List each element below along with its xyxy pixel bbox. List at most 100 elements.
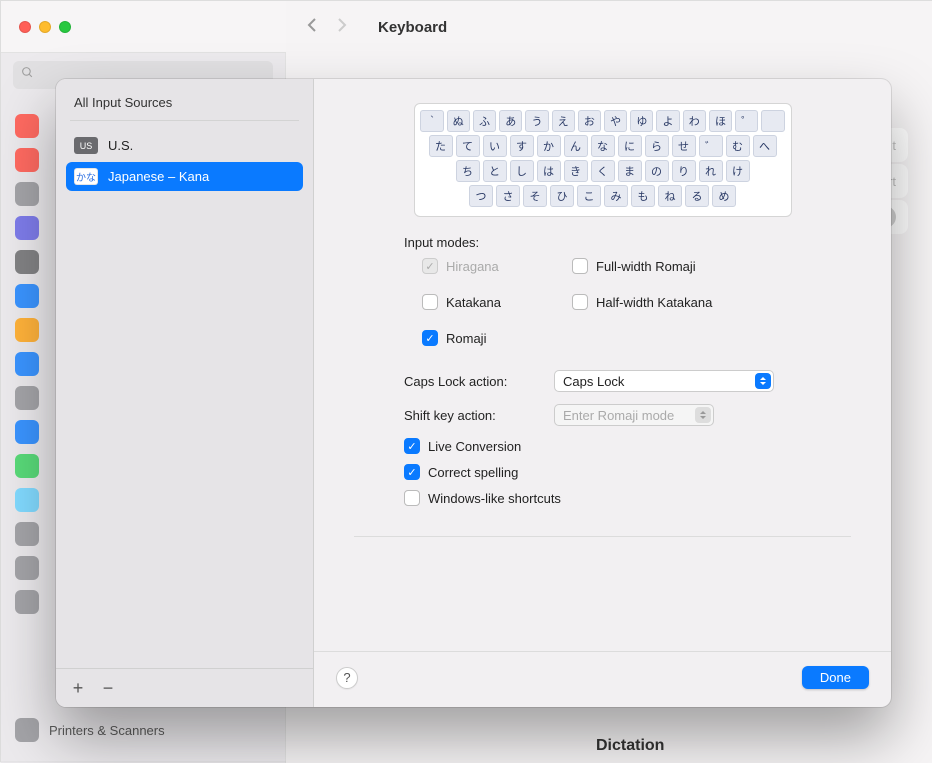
keyboard-key: ら xyxy=(645,135,669,157)
window-zoom-button[interactable] xyxy=(59,21,71,33)
keyboard-key: ま xyxy=(618,160,642,182)
keyboard-key: ち xyxy=(456,160,480,182)
source-label: U.S. xyxy=(108,138,133,153)
keyboard-key: ぬ xyxy=(447,110,470,132)
sidebar-icon xyxy=(15,488,39,512)
shift-key-label: Shift key action: xyxy=(404,408,544,423)
checkbox-katakana[interactable] xyxy=(422,294,438,310)
window-close-button[interactable] xyxy=(19,21,31,33)
page-title: Keyboard xyxy=(378,19,447,36)
sheet-main: `ぬふあうえおやゆよわほ゜ たていすかんなにらせ゛むへちとしはきくまのりれけつさ… xyxy=(314,79,891,707)
back-button[interactable] xyxy=(306,17,318,38)
sidebar-icon xyxy=(15,318,39,342)
keyboard-row: たていすかんなにらせ゛むへ xyxy=(421,135,785,157)
keyboard-key: せ xyxy=(672,135,696,157)
mode-half-katakana[interactable]: Half-width Katakana xyxy=(572,294,772,310)
sidebar-icon xyxy=(15,386,39,410)
chevron-updown-icon xyxy=(695,407,711,423)
divider xyxy=(354,536,851,537)
sidebar-icon xyxy=(15,250,39,274)
keyboard-key: つ xyxy=(469,185,493,207)
caps-lock-label: Caps Lock action: xyxy=(404,374,544,389)
mode-hiragana: ✓ Hiragana xyxy=(422,258,572,274)
keyboard-key: う xyxy=(525,110,548,132)
keyboard-key: か xyxy=(537,135,561,157)
mode-label: Romaji xyxy=(446,331,486,346)
mode-label: Katakana xyxy=(446,295,501,310)
keyboard-key: ん xyxy=(564,135,588,157)
input-sources-sheet: All Input Sources USU.S.かなJapanese – Kan… xyxy=(56,79,891,707)
live-conversion-row[interactable]: ✓ Live Conversion xyxy=(404,438,831,454)
mode-label: Full-width Romaji xyxy=(596,259,696,274)
mode-full-romaji[interactable]: Full-width Romaji xyxy=(572,258,772,274)
caps-lock-select[interactable]: Caps Lock xyxy=(554,370,774,392)
checkbox-half-katakana[interactable] xyxy=(572,294,588,310)
sidebar-icon xyxy=(15,556,39,580)
checkbox-romaji[interactable]: ✓ xyxy=(422,330,438,346)
keyboard-key: ` xyxy=(420,110,443,132)
keyboard-key xyxy=(761,110,784,132)
keyboard-key: め xyxy=(712,185,736,207)
keyboard-key: ほ xyxy=(709,110,732,132)
window-minimize-button[interactable] xyxy=(39,21,51,33)
input-modes-label: Input modes: xyxy=(404,235,831,250)
keyboard-key: よ xyxy=(656,110,679,132)
forward-button[interactable] xyxy=(336,17,348,38)
caps-lock-row: Caps Lock action: Caps Lock xyxy=(404,370,831,392)
checkbox-windows-shortcuts[interactable] xyxy=(404,490,420,506)
keyboard-row: ちとしはきくまのりれけ xyxy=(421,160,785,182)
keyboard-key: も xyxy=(631,185,655,207)
mode-romaji[interactable]: ✓ Romaji xyxy=(422,330,572,346)
keyboard-key: れ xyxy=(699,160,723,182)
sources-footer: + − xyxy=(56,668,313,707)
keyboard-key: こ xyxy=(577,185,601,207)
keyboard-key: る xyxy=(685,185,709,207)
source-item[interactable]: かなJapanese – Kana xyxy=(66,162,303,191)
select-value: Enter Romaji mode xyxy=(563,408,674,423)
correct-spelling-row[interactable]: ✓ Correct spelling xyxy=(404,464,831,480)
sidebar-icon xyxy=(15,182,39,206)
source-item[interactable]: USU.S. xyxy=(66,131,303,160)
settings-header: Keyboard xyxy=(286,1,932,53)
keyboard-key: や xyxy=(604,110,627,132)
keyboard-row: `ぬふあうえおやゆよわほ゜ xyxy=(421,110,785,132)
checkbox-full-romaji[interactable] xyxy=(572,258,588,274)
keyboard-key: お xyxy=(578,110,601,132)
option-label: Windows-like shortcuts xyxy=(428,491,561,506)
keyboard-key: み xyxy=(604,185,628,207)
add-source-button[interactable]: + xyxy=(66,677,90,699)
printer-icon xyxy=(15,718,39,742)
sidebar-icon xyxy=(15,352,39,376)
checkbox-correct-spelling[interactable]: ✓ xyxy=(404,464,420,480)
sheet-footer: ? Done xyxy=(314,651,891,707)
sidebar-item-label: Printers & Scanners xyxy=(49,723,165,738)
remove-source-button[interactable]: − xyxy=(96,677,120,699)
keyboard-key: ね xyxy=(658,185,682,207)
source-label: Japanese – Kana xyxy=(108,169,209,184)
keyboard-key: ゜ xyxy=(735,110,758,132)
sidebar-item-printers[interactable]: Printers & Scanners xyxy=(13,713,167,747)
done-button[interactable]: Done xyxy=(802,666,869,689)
sidebar-icon xyxy=(15,454,39,478)
windows-shortcuts-row[interactable]: Windows-like shortcuts xyxy=(404,490,831,506)
checkbox-hiragana: ✓ xyxy=(422,258,438,274)
sidebar-icon xyxy=(15,284,39,308)
search-icon xyxy=(21,66,34,84)
sidebar-icon xyxy=(15,522,39,546)
help-button[interactable]: ? xyxy=(336,667,358,689)
keyboard-key: く xyxy=(591,160,615,182)
keyboard-key: た xyxy=(429,135,453,157)
keyboard-preview: `ぬふあうえおやゆよわほ゜ たていすかんなにらせ゛むへちとしはきくまのりれけつさ… xyxy=(414,103,792,217)
sidebar-icon xyxy=(15,216,39,240)
source-list: USU.S.かなJapanese – Kana xyxy=(56,131,313,668)
keyboard-key: し xyxy=(510,160,534,182)
sidebar-icon xyxy=(15,590,39,614)
sidebar-icon xyxy=(15,114,39,138)
checkbox-live-conversion[interactable]: ✓ xyxy=(404,438,420,454)
mode-katakana[interactable]: Katakana xyxy=(422,294,572,310)
keyboard-row: つさそひこみもねるめ xyxy=(421,185,785,207)
select-value: Caps Lock xyxy=(563,374,624,389)
keyboard-key: む xyxy=(726,135,750,157)
shift-key-row: Shift key action: Enter Romaji mode xyxy=(404,404,831,426)
sidebar-icon xyxy=(15,420,39,444)
